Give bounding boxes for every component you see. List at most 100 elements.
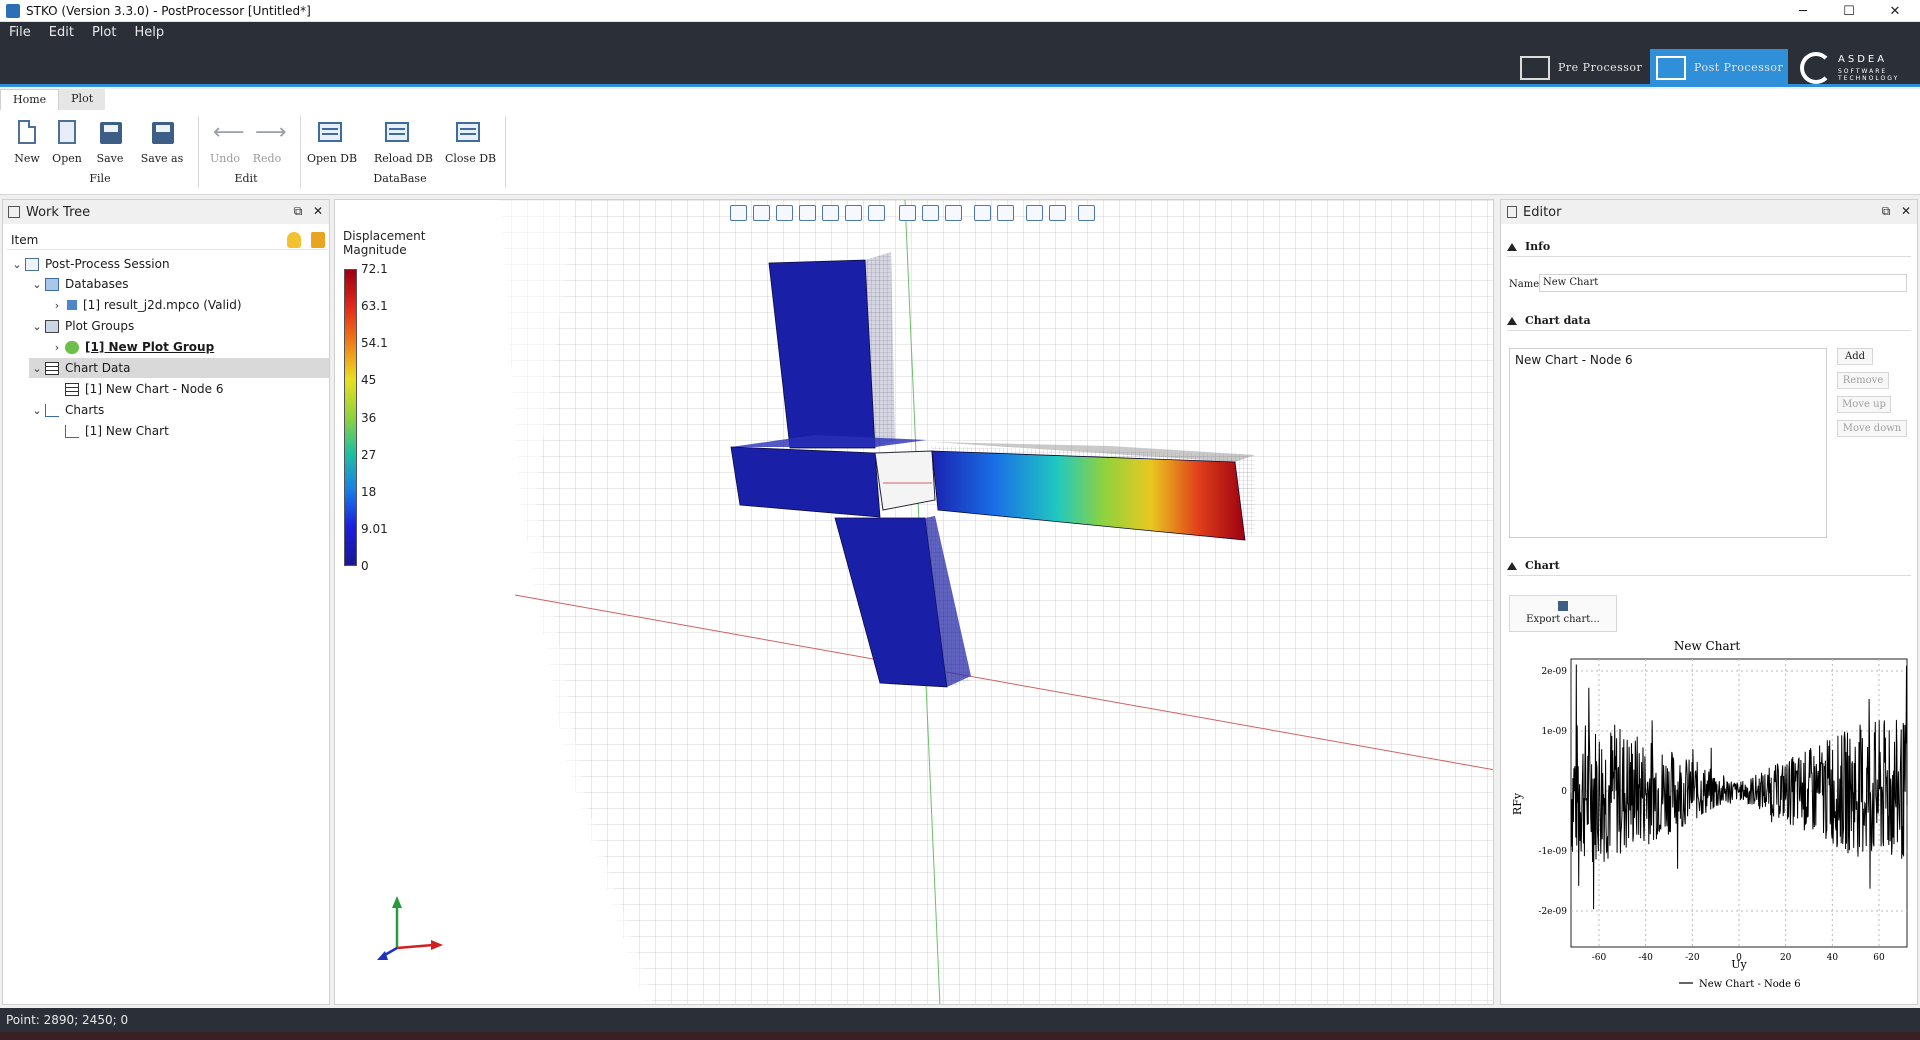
post-processor-button[interactable]: Post Processor bbox=[1650, 49, 1788, 86]
close-db-icon bbox=[456, 122, 480, 142]
zoom-fit-icon[interactable] bbox=[1026, 205, 1043, 221]
save-icon bbox=[100, 122, 122, 144]
name-field[interactable]: New Chart bbox=[1539, 274, 1907, 292]
reload-db-button[interactable]: Reload DB bbox=[374, 118, 433, 168]
undo-arrow-icon: ⟵ bbox=[213, 120, 245, 145]
open-db-button[interactable]: Open DB bbox=[307, 118, 357, 168]
add-button[interactable]: Add bbox=[1837, 348, 1873, 365]
close-icon[interactable]: ✕ bbox=[311, 204, 325, 218]
chart-section-header[interactable]: Chart bbox=[1507, 556, 1911, 576]
view-right-icon[interactable] bbox=[822, 205, 839, 221]
maximize-button[interactable]: ☐ bbox=[1826, 0, 1872, 22]
export-chart-button[interactable]: Export chart... bbox=[1509, 595, 1617, 632]
view-left-icon[interactable] bbox=[799, 205, 816, 221]
status-bar: Point: 2890; 2450; 0 bbox=[0, 1008, 1920, 1032]
open-button[interactable]: Open bbox=[45, 118, 89, 168]
y-tick-label: 1e-09 bbox=[1541, 727, 1567, 737]
view-top-icon[interactable] bbox=[845, 205, 862, 221]
tree-item-chart-data[interactable]: ⌄ Chart Data bbox=[29, 358, 329, 378]
plot-groups-icon bbox=[45, 319, 59, 333]
chevron-down-icon[interactable]: ⌄ bbox=[29, 404, 45, 417]
close-icon[interactable]: ✕ bbox=[1899, 204, 1913, 218]
legend-title-line2: Magnitude bbox=[343, 243, 407, 257]
tree-item-session[interactable]: ⌄ Post-Process Session bbox=[9, 254, 169, 274]
collapse-triangle-icon[interactable] bbox=[1507, 316, 1517, 325]
chart-data-header-label: Chart data bbox=[1525, 314, 1591, 327]
tree-item-chart-data-node[interactable]: [1] New Chart - Node 6 bbox=[65, 379, 224, 399]
chart-data-list[interactable]: New Chart - Node 6 bbox=[1509, 348, 1827, 538]
chart-header-label: Chart bbox=[1525, 559, 1560, 572]
grid-icon[interactable] bbox=[1078, 205, 1095, 221]
plot-group-icon bbox=[65, 340, 79, 354]
tree-item-databases[interactable]: ⌄ Databases bbox=[29, 274, 128, 294]
move-down-button[interactable]: Move down bbox=[1837, 420, 1907, 437]
tree-item-label: [1] New Plot Group bbox=[85, 340, 215, 354]
x-tick-label: -40 bbox=[1638, 953, 1653, 963]
save-button[interactable]: Save bbox=[88, 118, 132, 168]
menu-file[interactable]: File bbox=[0, 22, 40, 44]
view-bottom-icon[interactable] bbox=[868, 205, 885, 221]
section-icon[interactable] bbox=[997, 205, 1014, 221]
lock-icon[interactable] bbox=[311, 232, 325, 248]
chart-data-section-header[interactable]: Chart data bbox=[1507, 311, 1911, 331]
remove-button[interactable]: Remove bbox=[1837, 372, 1889, 389]
work-tree-title: Work Tree bbox=[26, 204, 91, 220]
eye-icon[interactable] bbox=[922, 205, 939, 221]
close-button[interactable]: ✕ bbox=[1872, 0, 1918, 22]
chevron-right-icon[interactable]: › bbox=[49, 299, 65, 312]
legend-tick-label: 72.1 bbox=[361, 262, 388, 276]
work-tree-panel: Work Tree ⧉ ✕ Item ⌄ Post-Process Sessio… bbox=[2, 199, 330, 1005]
tree-item-charts[interactable]: ⌄ Charts bbox=[29, 400, 104, 420]
x-tick-label: 60 bbox=[1873, 953, 1885, 963]
visibility-icon[interactable] bbox=[899, 205, 916, 221]
open-folder-icon bbox=[58, 120, 76, 144]
post-processor-label: Post Processor bbox=[1694, 61, 1784, 74]
tree-item-database-result[interactable]: › [1] result_j2d.mpco (Valid) bbox=[49, 295, 242, 315]
float-icon[interactable]: ⧉ bbox=[291, 204, 305, 218]
legend-tick-label: 54.1 bbox=[361, 336, 388, 351]
chevron-right-icon[interactable]: › bbox=[49, 341, 65, 354]
undo-button[interactable]: ⟵ Undo bbox=[203, 118, 247, 168]
hide-icon[interactable] bbox=[945, 205, 962, 221]
new-button[interactable]: New bbox=[5, 118, 49, 168]
info-section-header[interactable]: Info bbox=[1507, 237, 1911, 257]
redo-button[interactable]: ⟶ Redo bbox=[245, 118, 289, 168]
3d-viewport[interactable]: Displacement Magnitude 72.1 63.1 54.1 45 36 2… bbox=[334, 199, 1494, 1005]
tree-item-label: [1] result_j2d.mpco (Valid) bbox=[83, 298, 242, 312]
zoom-icon[interactable] bbox=[1049, 205, 1066, 221]
close-db-label: Close DB bbox=[445, 152, 497, 165]
save-as-button[interactable]: Save as bbox=[140, 118, 184, 168]
collapse-triangle-icon[interactable] bbox=[1507, 561, 1517, 570]
menu-help[interactable]: Help bbox=[125, 22, 173, 44]
chevron-down-icon[interactable]: ⌄ bbox=[29, 320, 45, 333]
open-label: Open bbox=[52, 152, 82, 165]
tree-item-plot-groups[interactable]: ⌄ Plot Groups bbox=[29, 316, 134, 336]
chevron-down-icon[interactable]: ⌄ bbox=[29, 362, 45, 375]
chevron-down-icon[interactable]: ⌄ bbox=[9, 258, 25, 271]
menu-plot[interactable]: Plot bbox=[83, 22, 126, 44]
move-up-button[interactable]: Move up bbox=[1837, 396, 1891, 413]
tab-plot[interactable]: Plot bbox=[59, 89, 106, 110]
lightbulb-icon[interactable] bbox=[287, 232, 301, 248]
close-db-button[interactable]: Close DB bbox=[445, 118, 497, 168]
tree-item-chart[interactable]: [1] New Chart bbox=[65, 421, 169, 441]
tab-home[interactable]: Home bbox=[0, 89, 60, 110]
list-item[interactable]: New Chart - Node 6 bbox=[1515, 353, 1821, 367]
bar-chart-icon bbox=[1656, 55, 1686, 80]
float-icon[interactable]: ⧉ bbox=[1879, 204, 1893, 218]
legend-tick-label: 45 bbox=[361, 373, 377, 388]
menu-edit[interactable]: Edit bbox=[40, 22, 83, 44]
y-tick-labels: 2e-09 1e-09 0 -1e-09 -2e-09 bbox=[1538, 667, 1567, 917]
view-back-icon[interactable] bbox=[776, 205, 793, 221]
reload-db-label: Reload DB bbox=[374, 152, 433, 165]
view-front-icon[interactable] bbox=[753, 205, 770, 221]
minimize-button[interactable]: ─ bbox=[1780, 0, 1826, 22]
chevron-down-icon[interactable]: ⌄ bbox=[29, 278, 45, 291]
perspective-icon[interactable] bbox=[974, 205, 991, 221]
tree-item-plot-group[interactable]: › [1] New Plot Group bbox=[49, 337, 214, 357]
printer-icon bbox=[1558, 601, 1568, 611]
view-iso-icon[interactable] bbox=[730, 205, 747, 221]
chart-title: New Chart bbox=[1674, 639, 1740, 653]
collapse-triangle-icon[interactable] bbox=[1507, 242, 1517, 251]
pre-processor-button[interactable]: Pre Processor bbox=[1514, 49, 1646, 86]
